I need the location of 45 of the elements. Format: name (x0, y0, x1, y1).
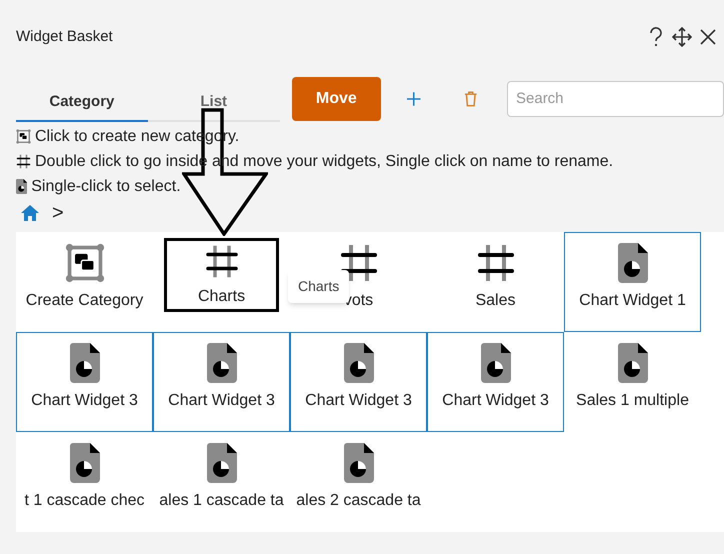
tile-label[interactable]: Sales 1 multiple (576, 389, 689, 413)
tab[interactable]: Category (16, 86, 148, 122)
chart-file-icon (344, 443, 374, 483)
tile[interactable]: Charts (164, 238, 279, 312)
chart-file-icon (206, 443, 236, 483)
tile-label[interactable]: Sales (475, 289, 516, 313)
breadcrumb-separator: > (52, 201, 64, 226)
chart-file-icon (480, 343, 510, 383)
tile[interactable]: Chart Widget 3 (427, 332, 564, 432)
tile-label: Chart Widget 1 (579, 291, 686, 311)
grid-frame-icon (16, 154, 31, 169)
create-category-icon (16, 129, 31, 144)
chart-file-icon (70, 443, 100, 483)
grid-frame-icon (476, 243, 516, 283)
help-icon[interactable] (648, 27, 664, 47)
chart-file-icon (206, 343, 236, 383)
tile[interactable]: Chart Widget 3 (16, 332, 153, 432)
close-icon[interactable] (700, 29, 716, 45)
tile-label[interactable]: t 1 cascade chec (24, 489, 145, 513)
trash-icon[interactable] (464, 90, 477, 107)
tile[interactable]: Chart Widget 3 (153, 332, 290, 432)
chart-file-icon (16, 179, 28, 194)
tile-label[interactable]: ales 1 cascade ta (159, 489, 284, 513)
tab[interactable]: List (148, 86, 280, 122)
chart-file-icon (618, 243, 648, 283)
tile-label: Chart Widget 3 (442, 391, 549, 411)
tile-label: Charts (198, 287, 246, 307)
home-icon[interactable] (20, 204, 40, 222)
create-category-icon (64, 243, 104, 283)
hint-text: Single-click to select. (31, 176, 181, 196)
search-field[interactable]: Search (507, 80, 724, 116)
tile-label: Chart Widget 3 (31, 391, 138, 411)
tile-label: Chart Widget 3 (168, 391, 275, 411)
tile-label[interactable]: Create Category (26, 289, 144, 313)
plus-icon[interactable] (407, 92, 421, 106)
chart-file-icon (618, 343, 648, 383)
move-icon[interactable] (672, 27, 692, 47)
chart-file-icon (70, 343, 100, 383)
tile-label[interactable]: ales 2 cascade ta (296, 489, 421, 513)
move-button[interactable]: Move (292, 76, 382, 120)
tile-label: Chart Widget 3 (305, 391, 412, 411)
window-title: Widget Basket (16, 26, 113, 47)
chart-file-icon (344, 343, 374, 383)
tile[interactable]: Chart Widget 1 (564, 232, 701, 332)
tile[interactable]: Chart Widget 3 (290, 332, 427, 432)
